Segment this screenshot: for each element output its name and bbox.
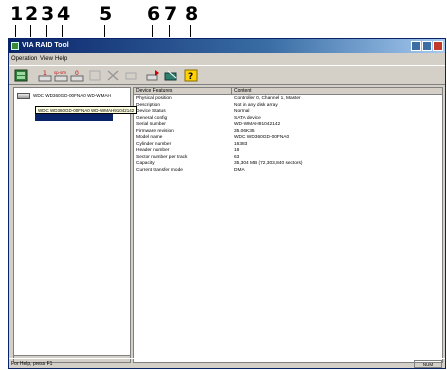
raid-array-button[interactable] (13, 68, 29, 83)
callout-2: 2 (25, 3, 39, 25)
window-controls (411, 41, 443, 51)
column-header-content[interactable]: Content (232, 88, 442, 95)
callout-line (190, 25, 191, 37)
hard-drive-icon (17, 92, 30, 99)
callout-line (15, 25, 16, 37)
details-table: Device Features Content Physical positio… (133, 87, 443, 363)
status-bar: For Help, press F1 NUM (9, 358, 445, 368)
column-header-features[interactable]: Device Features (134, 88, 232, 95)
toolbar: 1 sp-sm 0 ? (9, 65, 445, 85)
create-array-icon: 0 (70, 70, 84, 82)
disabled-icon (89, 70, 101, 81)
device-tree[interactable]: WDC WD360GD-00FNA0 WD-WMAH WDC WD360GD-0… (13, 87, 138, 363)
app-icon (11, 42, 19, 50)
close-button[interactable] (433, 41, 443, 51)
callout-line (152, 25, 153, 37)
disabled-icon (125, 72, 137, 80)
num-lock-indicator: NUM (414, 360, 442, 368)
duplicate-button[interactable] (145, 68, 161, 83)
create-array-icon: 1 (38, 70, 52, 82)
tree-item-disk[interactable]: WDC WD360GD-00FNA0 WD-WMAH (17, 91, 111, 100)
callout-numbers: 1 2 3 4 5 6 7 8 (0, 0, 447, 40)
table-row[interactable]: Current transfer mode DMA (134, 168, 442, 175)
feature-cell: Current transfer mode (136, 167, 183, 173)
callout-line (46, 25, 47, 37)
menu-bar: Operation View Help (9, 53, 445, 65)
edit-button[interactable] (163, 68, 179, 83)
maximize-button[interactable] (422, 41, 432, 51)
duplicate-icon (146, 70, 159, 81)
minimize-button[interactable] (411, 41, 421, 51)
create-array-icon: sp-sm (54, 70, 68, 82)
callout-3: 3 (41, 3, 55, 25)
tree-selection-highlight (35, 114, 113, 121)
callout-5: 5 (99, 3, 113, 25)
help-badge: ? (188, 72, 193, 82)
callout-line (169, 25, 170, 37)
create-raid0-button[interactable]: 0 (69, 68, 85, 83)
title-bar[interactable]: VIA RAID Tool (9, 39, 445, 53)
toolbar-button-disabled-2[interactable] (123, 68, 139, 83)
create-raid1-button[interactable]: 1 (37, 68, 53, 83)
table-body: Physical position Controller 0, Channel 1… (134, 96, 442, 174)
tree-item-label: WDC WD360GD-00FNA0 WD-WMAH (33, 93, 111, 98)
callout-7: 7 (164, 3, 178, 25)
callout-4: 4 (57, 3, 71, 25)
raid0-badge: 0 (75, 70, 79, 77)
callout-1: 1 (10, 3, 24, 25)
toolbar-button-disabled[interactable] (87, 68, 103, 83)
edit-icon (164, 70, 177, 81)
status-text: For Help, press F1 (11, 361, 53, 367)
span-badge: sp-sm (54, 70, 66, 75)
tooltip: WDC WD360GD-00FNA0 WD-WMAH91042142 (35, 106, 138, 114)
callout-6: 6 (147, 3, 161, 25)
callout-line (104, 25, 105, 37)
content-cell: DMA (234, 167, 245, 173)
delete-array-icon (107, 70, 119, 81)
callout-line (62, 25, 63, 37)
callout-8: 8 (185, 3, 199, 25)
window-title: VIA RAID Tool (22, 42, 69, 49)
create-span-button[interactable]: sp-sm (53, 68, 69, 83)
raid-array-icon (14, 69, 28, 82)
menu-help[interactable]: Help (55, 53, 67, 65)
help-button[interactable]: ? (183, 68, 199, 83)
menu-operation[interactable]: Operation (11, 53, 37, 65)
menu-view[interactable]: View (40, 53, 53, 65)
help-icon: ? (184, 69, 198, 82)
delete-array-button[interactable] (105, 68, 121, 83)
callout-line (30, 25, 31, 37)
app-window: VIA RAID Tool Operation View Help 1 sp-s… (8, 38, 446, 369)
raid1-badge: 1 (43, 70, 47, 77)
table-header: Device Features Content (134, 88, 442, 95)
